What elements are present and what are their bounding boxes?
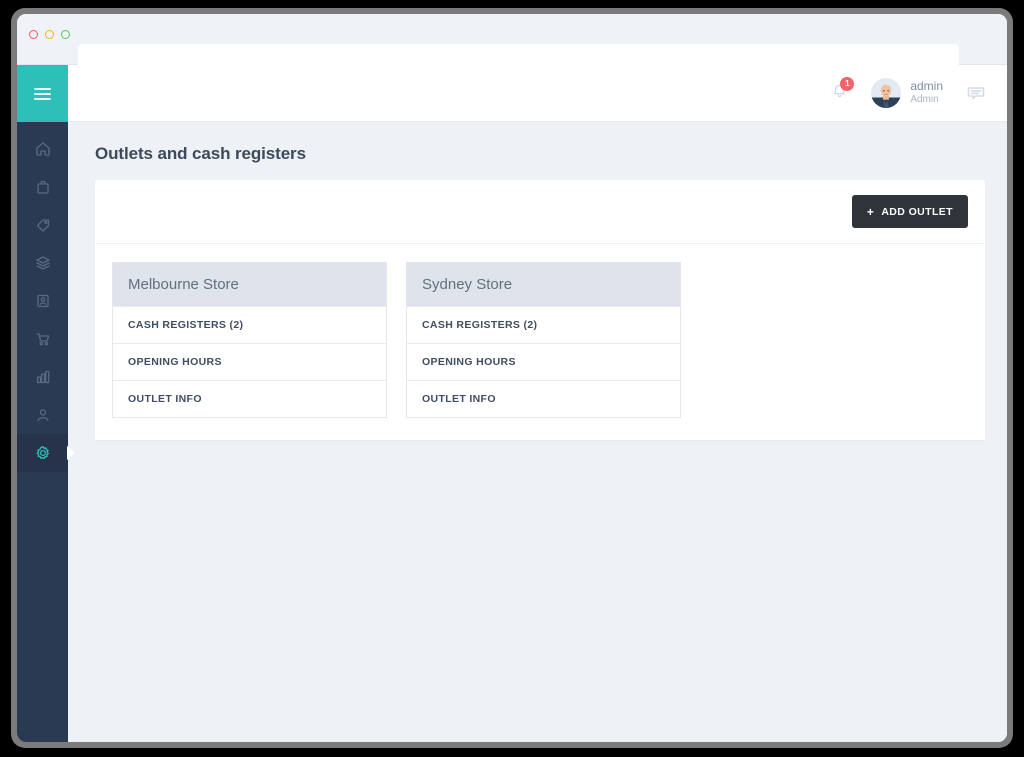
user-menu[interactable]: admin Admin [871, 78, 943, 108]
briefcase-icon [34, 178, 52, 196]
user-icon [34, 406, 52, 424]
add-outlet-label: ADD OUTLET [881, 205, 953, 218]
outlet-opening-hours-link[interactable]: OPENING HOURS [113, 343, 386, 380]
outlet-info-link[interactable]: OUTLET INFO [407, 380, 680, 417]
gear-icon [34, 444, 52, 462]
close-window-button[interactable] [29, 30, 38, 39]
add-outlet-button[interactable]: + ADD OUTLET [851, 195, 968, 228]
tag-icon [34, 216, 52, 234]
outlet-name: Sydney Store [407, 263, 680, 306]
outlet-name: Melbourne Store [113, 263, 386, 306]
outlet-card: Sydney Store CASH REGISTERS (2) OPENING … [406, 262, 681, 418]
minimize-window-button[interactable] [45, 30, 54, 39]
home-icon [34, 140, 52, 158]
outlet-cash-registers-link[interactable]: CASH REGISTERS (2) [113, 306, 386, 343]
browser-chrome [17, 14, 1007, 65]
sidebar-item-home[interactable] [17, 130, 68, 168]
outlet-opening-hours-link[interactable]: OPENING HOURS [407, 343, 680, 380]
window-controls [29, 30, 70, 39]
sidebar-toggle-button[interactable] [17, 65, 68, 122]
sidebar-item-pricing[interactable] [17, 206, 68, 244]
chat-icon[interactable] [965, 82, 987, 104]
maximize-window-button[interactable] [61, 30, 70, 39]
outlet-card: Melbourne Store CASH REGISTERS (2) OPENI… [112, 262, 387, 418]
url-bar[interactable] [78, 44, 959, 65]
main-area: 1 admin Admin Outlets and cash registers… [68, 65, 1007, 742]
user-name: admin [910, 79, 943, 94]
notification-count-badge: 1 [840, 77, 855, 91]
sidebar [17, 65, 68, 742]
outlets-panel: + ADD OUTLET Melbourne Store CASH REGIST… [95, 180, 985, 440]
sidebar-item-users[interactable] [17, 396, 68, 434]
sidebar-item-products[interactable] [17, 168, 68, 206]
avatar [871, 78, 902, 108]
top-header: 1 admin Admin [68, 65, 1007, 122]
outlet-cards: Melbourne Store CASH REGISTERS (2) OPENI… [95, 244, 985, 440]
panel-toolbar: + ADD OUTLET [95, 180, 985, 244]
outlet-info-link[interactable]: OUTLET INFO [113, 380, 386, 417]
content-area: Outlets and cash registers + ADD OUTLET … [68, 122, 1007, 742]
app-shell: 1 admin Admin Outlets and cash registers… [17, 65, 1007, 742]
page-title: Outlets and cash registers [95, 144, 306, 163]
device-screen: 1 admin Admin Outlets and cash registers… [17, 14, 1007, 742]
sidebar-item-settings[interactable] [17, 434, 68, 472]
cart-icon [34, 330, 52, 348]
sidebar-item-inventory[interactable] [17, 244, 68, 282]
sidebar-item-sales[interactable] [17, 320, 68, 358]
notifications-button[interactable]: 1 [825, 77, 855, 107]
user-role: Admin [910, 94, 939, 106]
hamburger-menu-icon [34, 87, 51, 100]
contact-icon [34, 292, 52, 310]
outlet-cash-registers-link[interactable]: CASH REGISTERS (2) [407, 306, 680, 343]
layers-icon [34, 254, 52, 272]
sidebar-item-reports[interactable] [17, 358, 68, 396]
plus-icon: + [866, 204, 875, 219]
sidebar-item-customers[interactable] [17, 282, 68, 320]
device-frame: 1 admin Admin Outlets and cash registers… [11, 8, 1013, 748]
bar-chart-icon [34, 368, 52, 386]
sidebar-nav [17, 122, 68, 472]
user-meta: admin Admin [910, 79, 943, 106]
